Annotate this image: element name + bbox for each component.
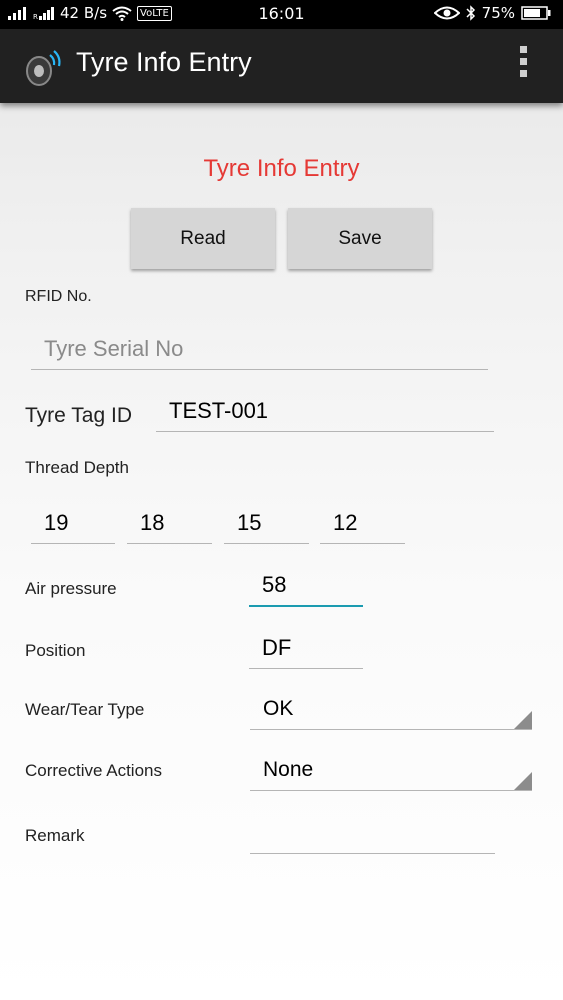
remark-input[interactable] bbox=[250, 818, 495, 854]
eye-icon bbox=[433, 6, 460, 20]
wear-tear-label: Wear/Tear Type bbox=[25, 700, 145, 719]
tyre-rfid-icon bbox=[26, 50, 61, 86]
status-right: 75% bbox=[433, 4, 551, 22]
air-pressure-input[interactable] bbox=[249, 568, 363, 607]
thread-depth-input-2[interactable] bbox=[127, 506, 212, 544]
thread-depth-input-1[interactable] bbox=[31, 506, 115, 544]
corrective-actions-label: Corrective Actions bbox=[25, 761, 162, 780]
wear-tear-selected: OK bbox=[263, 697, 294, 720]
corrective-actions-dropdown[interactable]: None bbox=[250, 758, 532, 791]
thread-depth-label: Thread Depth bbox=[25, 458, 129, 477]
position-label: Position bbox=[25, 641, 86, 660]
air-pressure-label: Air pressure bbox=[25, 579, 117, 598]
wear-tear-dropdown[interactable]: OK bbox=[250, 697, 532, 730]
dropdown-arrow-icon bbox=[514, 711, 532, 729]
position-input[interactable] bbox=[249, 631, 363, 669]
rfid-label: RFID No. bbox=[25, 288, 92, 305]
app-bar: Tyre Info Entry bbox=[0, 29, 563, 103]
corrective-actions-selected: None bbox=[263, 758, 314, 781]
app-title: Tyre Info Entry bbox=[76, 47, 252, 77]
bluetooth-icon bbox=[466, 5, 475, 21]
thread-depth-input-4[interactable] bbox=[320, 506, 405, 544]
form-title: Tyre Info Entry bbox=[203, 155, 360, 182]
thread-depth-input-3[interactable] bbox=[224, 506, 309, 544]
dropdown-arrow-icon bbox=[514, 772, 532, 790]
tyre-serial-input[interactable] bbox=[31, 333, 488, 370]
tyre-tag-input[interactable] bbox=[156, 395, 494, 432]
status-bar: R 42 B/s VoLTE 16:01 75% bbox=[0, 0, 563, 29]
tyre-tag-label: Tyre Tag ID bbox=[25, 404, 132, 427]
battery-icon bbox=[521, 6, 551, 20]
read-button[interactable]: Read bbox=[131, 208, 275, 269]
overflow-menu-icon[interactable] bbox=[517, 46, 529, 82]
battery-percent: 75% bbox=[481, 4, 515, 22]
remark-label: Remark bbox=[25, 826, 85, 845]
save-button[interactable]: Save bbox=[288, 208, 432, 269]
